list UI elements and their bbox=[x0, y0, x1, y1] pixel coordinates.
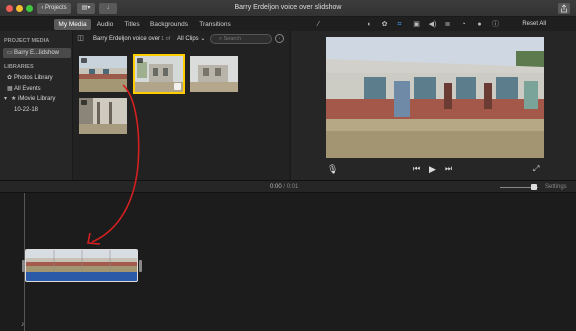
annotation-arrow bbox=[87, 84, 140, 245]
